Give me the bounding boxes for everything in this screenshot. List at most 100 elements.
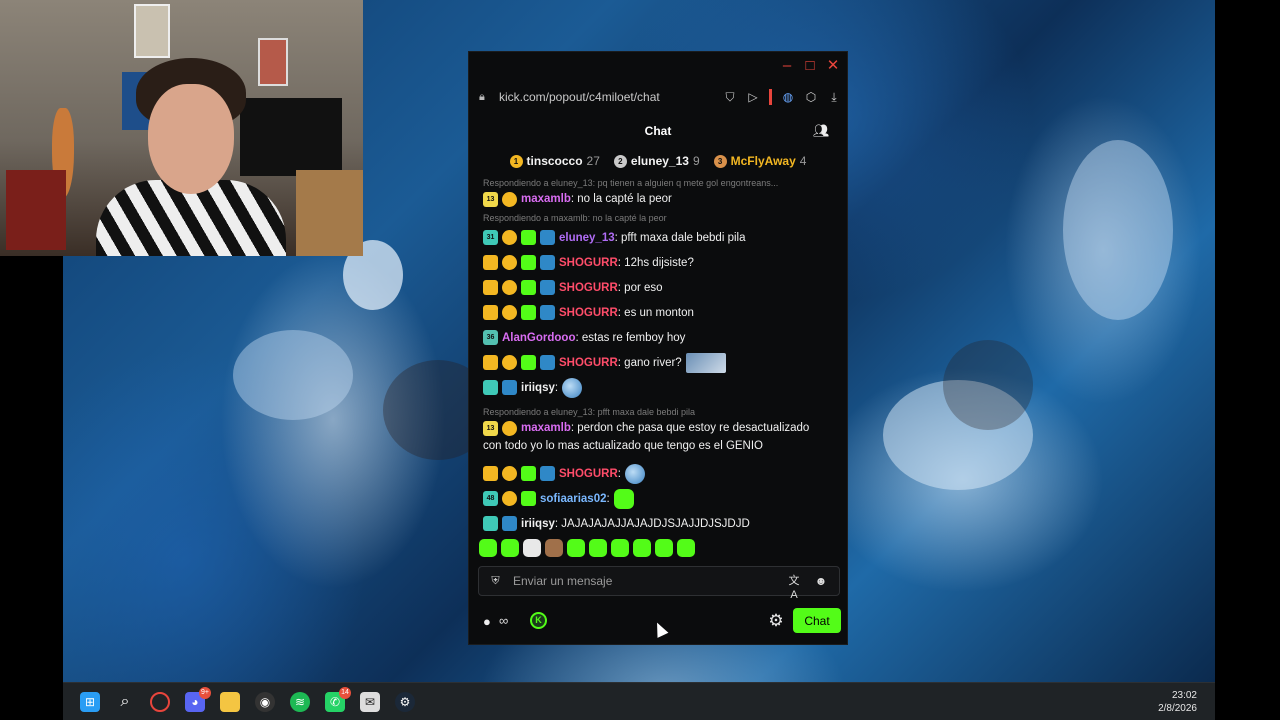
mail-icon[interactable]: ✉ <box>360 692 380 712</box>
close-icon[interactable]: ✕ <box>825 58 841 74</box>
red-guitar <box>6 170 66 250</box>
chat-message[interactable]: 48 sofiaarias02 : <box>483 486 839 511</box>
rank-badge: 1 <box>509 154 523 168</box>
opera-gx-icon[interactable] <box>150 692 170 712</box>
gift-icon <box>521 355 536 370</box>
rank-badge: 2 <box>613 154 627 168</box>
emote-icon[interactable] <box>677 539 695 557</box>
username[interactable]: SHOGURR <box>559 254 618 272</box>
chat-messages: Respondiendo a eluney_13: pq tienen a al… <box>483 177 839 536</box>
emote-icon[interactable] <box>479 539 497 557</box>
streamer <box>96 50 286 256</box>
chat-message[interactable]: iriiqsy : <box>483 375 839 400</box>
audio-extension-icon[interactable]: ◍ <box>781 89 795 105</box>
emoji-icon[interactable]: ☻ <box>814 574 828 588</box>
message-text: : estas re femboy hoy <box>575 331 686 344</box>
kick-logo-icon[interactable]: K <box>530 612 547 629</box>
folder-icon[interactable] <box>220 692 240 712</box>
emote-icon[interactable] <box>633 539 651 557</box>
username[interactable]: maxamlb <box>521 419 571 437</box>
users-icon[interactable]: 👥︎ <box>813 123 830 139</box>
chat-message[interactable]: iriiqsy : JAJAJAJAJJAJAJDJSJAJJDJSJDJD <box>483 511 839 536</box>
spotify-icon[interactable]: ≋ <box>290 692 310 712</box>
channel-points-icon[interactable]: ● <box>483 614 491 629</box>
shield-extension-icon[interactable]: ⛉ <box>723 89 737 105</box>
chat-message[interactable]: 36 AlanGordooo : estas re femboy hoy <box>483 325 839 350</box>
username[interactable]: AlanGordooo <box>502 329 575 347</box>
gifter-badge <box>502 280 517 295</box>
url-text[interactable]: kick.com/popout/c4miloet/chat <box>499 90 660 104</box>
leaderboard-count: 9 <box>692 154 700 168</box>
message-text: : pfft maxa dale bebdi pila <box>614 231 746 244</box>
translate-icon[interactable]: 文A <box>787 574 801 601</box>
username[interactable]: SHOGURR <box>559 354 618 372</box>
emote-icon[interactable] <box>611 539 629 557</box>
chat-message[interactable]: SHOGURR : 12hs dijsiste? <box>483 250 839 275</box>
whatsapp-icon[interactable]: ✆ 14 <box>325 687 351 712</box>
steam-icon[interactable]: ⚙ <box>395 692 415 712</box>
leaderboard-item[interactable]: 2 eluney_13 9 <box>613 154 700 168</box>
emote-icon[interactable] <box>523 539 541 557</box>
extensions-icon[interactable]: ⬡ <box>804 89 818 105</box>
notification-badge: 14 <box>339 687 351 699</box>
chat-message[interactable]: SHOGURR : gano river? <box>483 350 839 375</box>
webcam-overlay <box>0 0 363 256</box>
gear-icon[interactable]: ⚙ <box>767 612 785 630</box>
gifter-badge <box>502 491 517 506</box>
emote-icon[interactable] <box>501 539 519 557</box>
message-text: : no la capté la peor <box>570 193 672 205</box>
gift-icon <box>521 280 536 295</box>
username[interactable]: SHOGURR <box>559 304 618 322</box>
play-icon[interactable]: ▷ <box>746 89 760 105</box>
shield-icon[interactable]: ⛨ <box>489 575 502 588</box>
emote-icon[interactable] <box>655 539 673 557</box>
moderator-badge <box>540 230 555 245</box>
chat-message[interactable]: SHOGURR : por eso <box>483 275 839 300</box>
chat-message[interactable]: 13 maxamlb : perdon che pasa que estoy r… <box>483 419 839 455</box>
discord-icon[interactable]: ◕ 9+ <box>185 687 211 712</box>
emote-icon[interactable] <box>589 539 607 557</box>
leaderboard-name: eluney_13 <box>630 154 689 168</box>
maximize-icon[interactable]: □ <box>802 58 818 74</box>
chat-message[interactable]: SHOGURR : es un monton <box>483 300 839 325</box>
minimize-icon[interactable]: – <box>779 58 795 74</box>
face <box>148 84 234 194</box>
system-clock[interactable]: 23:02 2/8/2026 <box>1137 689 1197 715</box>
chat-message[interactable]: SHOGURR : <box>483 461 839 486</box>
world-emote-icon[interactable] <box>562 377 583 398</box>
crown-icon <box>483 255 498 270</box>
kick-emote-icon[interactable] <box>613 488 634 509</box>
chat-message[interactable]: 31 eluney_13 : pfft maxa dale bebdi pila <box>483 225 839 250</box>
emote-icon[interactable] <box>567 539 585 557</box>
subscriber-badge: 13 <box>483 420 498 436</box>
leaderboard-item[interactable]: 3 McFlyAway 4 <box>713 154 807 168</box>
download-icon[interactable]: ⤓ <box>827 89 841 105</box>
username[interactable]: maxamlb <box>521 190 571 208</box>
username[interactable]: SHOGURR <box>559 279 618 297</box>
emote-icon[interactable] <box>545 539 563 557</box>
moderator-badge <box>502 380 517 395</box>
message-text: : <box>617 467 621 480</box>
moderator-badge <box>502 516 517 531</box>
leaderboard-item[interactable]: 1 tinscocco 27 <box>509 154 600 168</box>
username[interactable]: iriiqsy <box>521 515 555 533</box>
subscriber-badge <box>483 516 498 531</box>
search-icon[interactable]: ⌕ <box>115 692 135 712</box>
username[interactable]: eluney_13 <box>559 229 615 247</box>
message-input[interactable] <box>513 574 763 588</box>
obs-icon[interactable]: ◉ <box>255 692 275 712</box>
gift-icon <box>521 305 536 320</box>
crown-icon <box>483 466 498 481</box>
send-chat-button[interactable]: Chat <box>793 608 841 633</box>
username[interactable]: SHOGURR <box>559 465 618 483</box>
username[interactable]: sofiaarias02 <box>540 490 607 508</box>
username[interactable]: iriiqsy <box>521 379 555 397</box>
ice-patch <box>233 330 353 420</box>
leaderboard-name: tinscocco <box>526 154 583 168</box>
image-emote[interactable] <box>685 352 726 373</box>
chat-message[interactable]: 13 maxamlb : no la capté la peor <box>483 190 839 208</box>
leaderboard-count: 4 <box>799 154 807 168</box>
subscriber-badge: 31 <box>483 230 498 245</box>
world-emote-icon[interactable] <box>624 463 645 484</box>
windows-start-icon[interactable]: ⊞ <box>80 692 100 712</box>
